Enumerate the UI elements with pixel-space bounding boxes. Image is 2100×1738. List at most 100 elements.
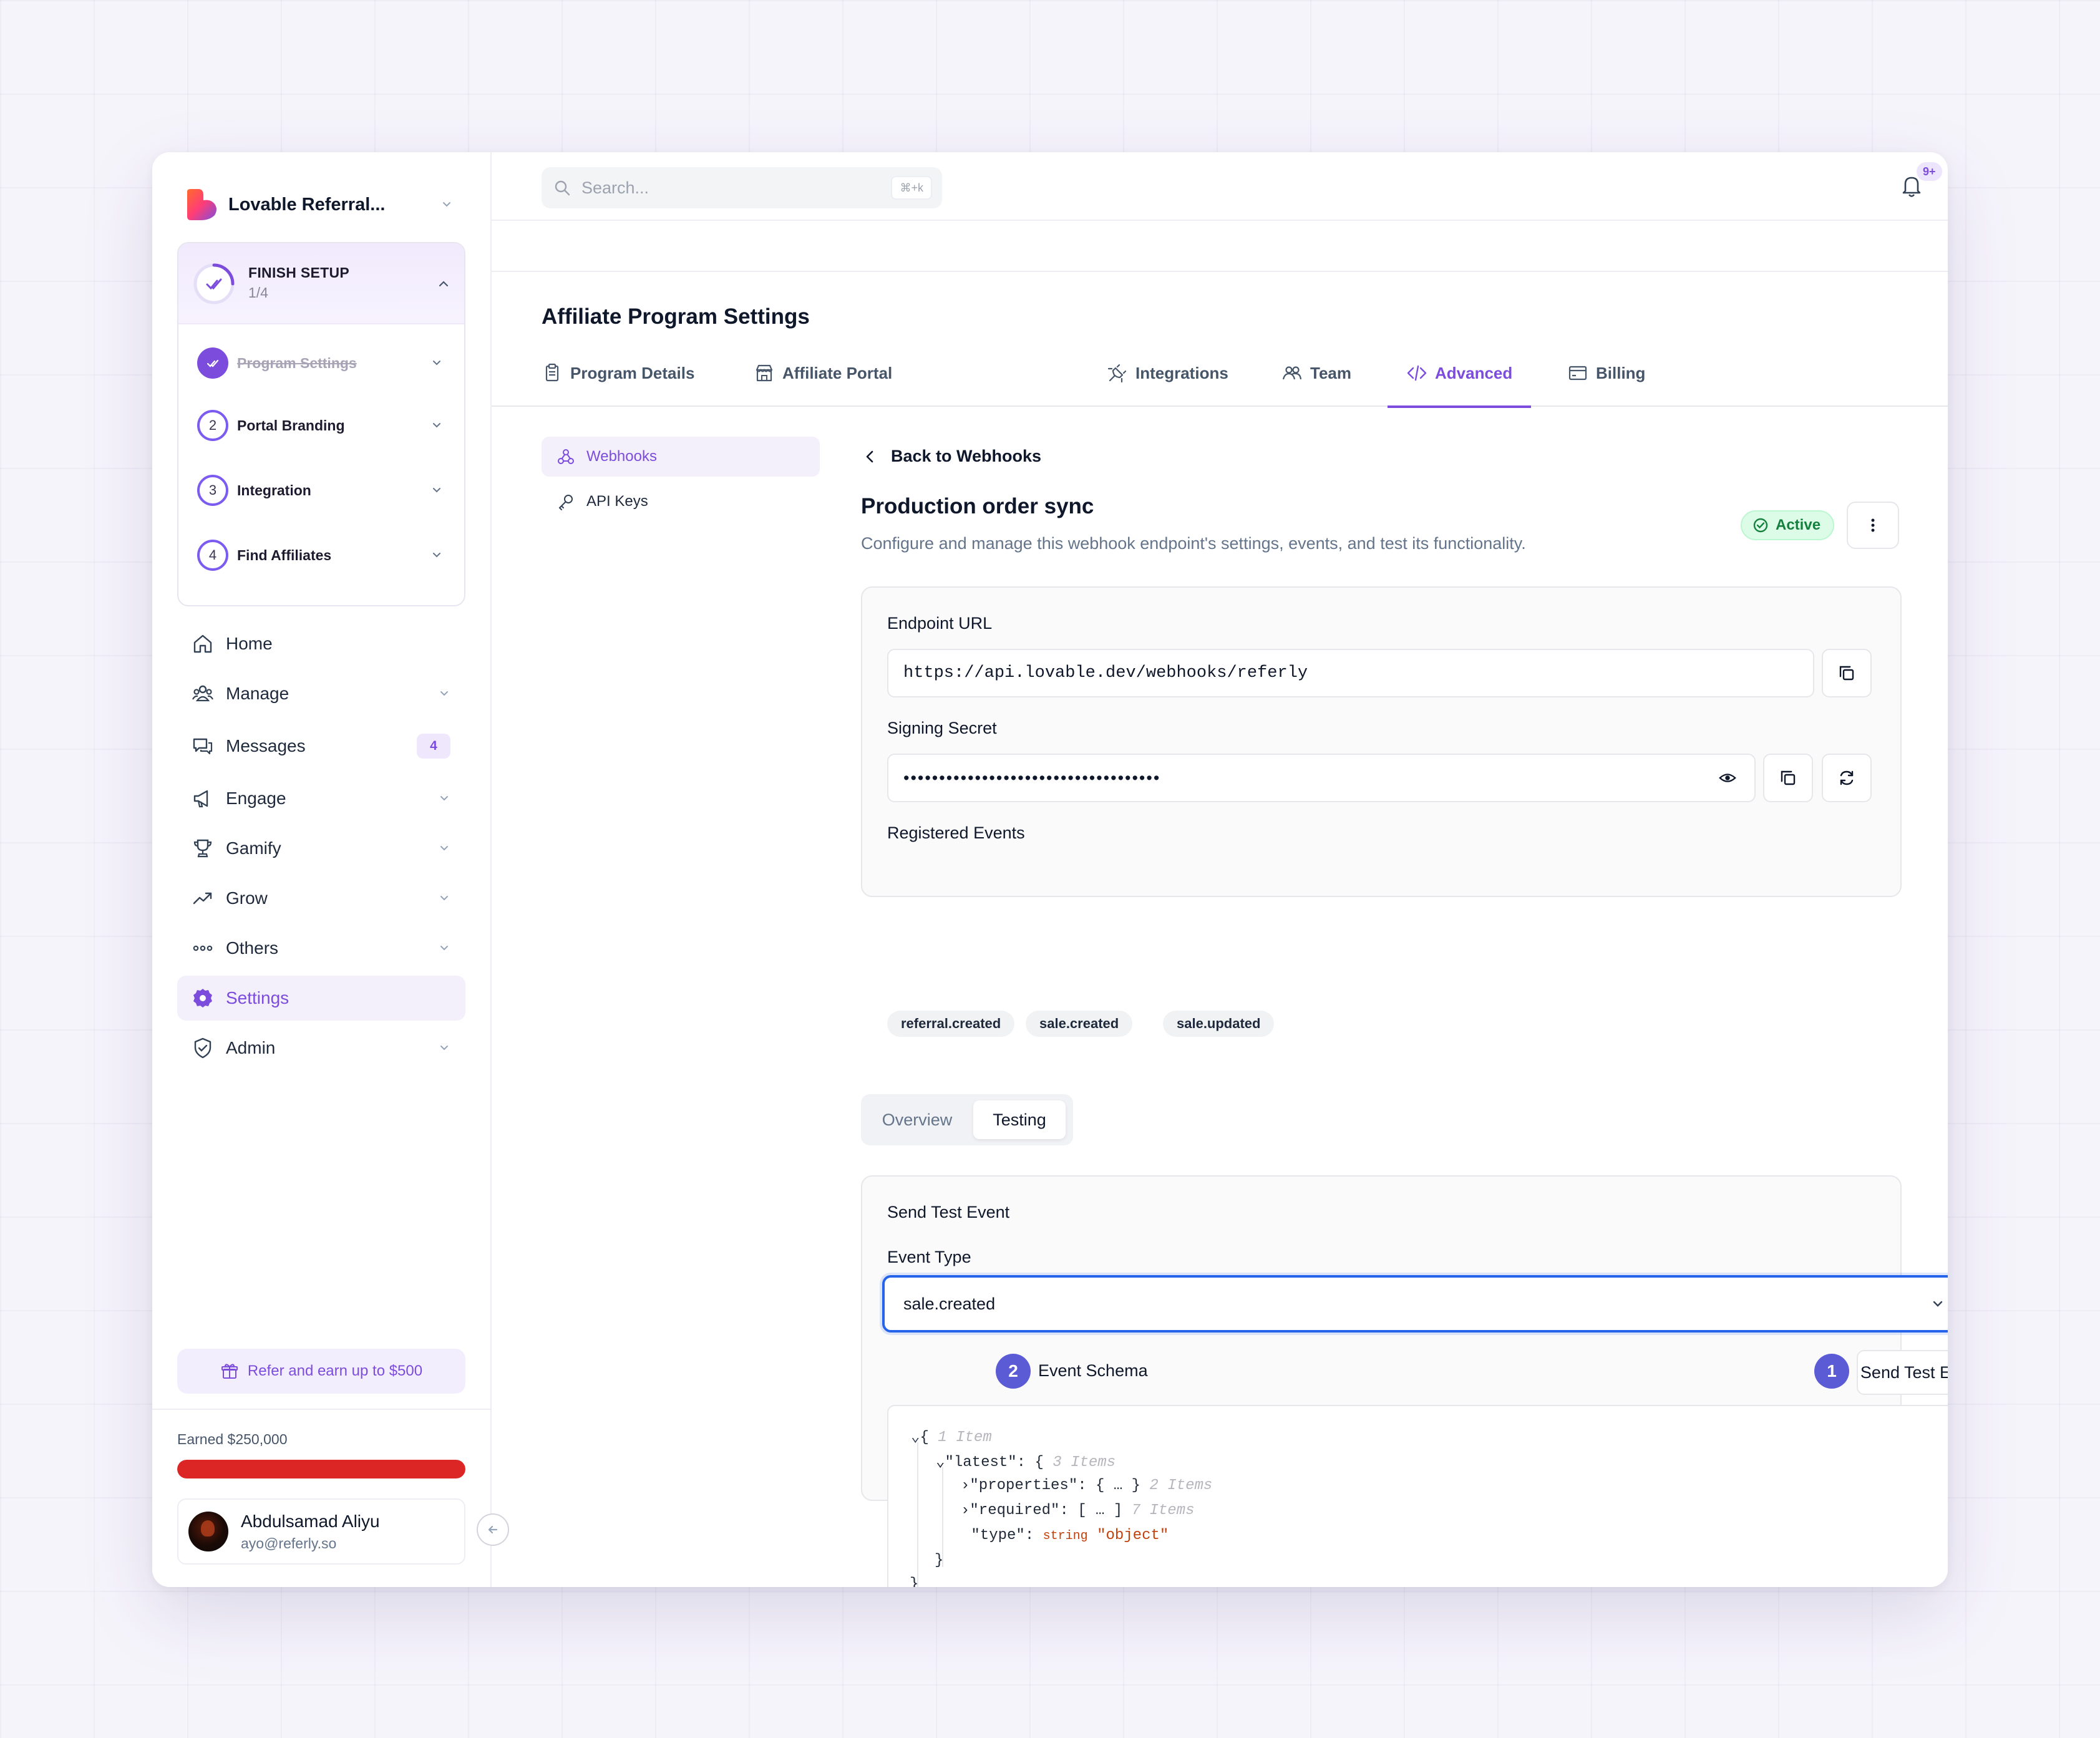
gift-icon (221, 1364, 238, 1379)
subnav-label: API Keys (586, 493, 648, 510)
json-collapsed-value: [ … ] (1077, 1502, 1123, 1519)
search-placeholder: Search... (581, 178, 649, 197)
tab-overview[interactable]: Overview (867, 1100, 967, 1139)
tab-label: Affiliate Portal (782, 363, 893, 382)
schema-line[interactable]: ⌄"latest": { 3 Items (936, 1452, 1116, 1471)
sidebar-item-gamify[interactable]: Gamify (177, 826, 465, 871)
search-icon (555, 180, 570, 196)
setup-step-label: Integration (237, 482, 311, 498)
sidebar-item-settings[interactable]: Settings (177, 976, 465, 1021)
subnav-label: Webhooks (586, 448, 657, 465)
tab-label: Integrations (1135, 363, 1228, 382)
endpoint-url-field[interactable]: https://api.lovable.dev/webhooks/referly (887, 649, 1814, 697)
messages-count-badge: 4 (417, 734, 450, 759)
copy-url-button[interactable] (1822, 649, 1872, 697)
tab-testing[interactable]: Testing (973, 1100, 1066, 1139)
send-test-event-button[interactable]: Send Test Event (1857, 1350, 1948, 1395)
more-options-button[interactable] (1847, 502, 1899, 549)
chevron-down-icon (438, 892, 450, 905)
setup-progress-ring-icon (193, 263, 235, 304)
copy-secret-button[interactable] (1763, 754, 1813, 802)
schema-line[interactable]: ⌄{ 1 Item (911, 1427, 992, 1446)
workspace-switcher[interactable]: Lovable Referral... (185, 180, 453, 230)
expand-chevron-icon: ⌄ (936, 1454, 945, 1471)
json-collapsed-value: { … } (1096, 1477, 1141, 1494)
schema-line: "type": string "object" (962, 1527, 1169, 1544)
chevron-down-icon (430, 484, 443, 497)
sidebar-item-home[interactable]: Home (177, 621, 465, 666)
sidebar-item-admin[interactable]: Admin (177, 1026, 465, 1070)
sidebar-item-label: Settings (226, 988, 289, 1007)
tab-integrations[interactable]: Integrations (1107, 339, 1228, 407)
credit-card-icon (1568, 366, 1587, 381)
workspace-name: Lovable Referral... (228, 194, 386, 215)
chevron-down-icon (430, 549, 443, 561)
chevron-down-icon (438, 942, 450, 954)
collapse-sidebar-button[interactable] (477, 1513, 509, 1546)
schema-line: } (935, 1552, 943, 1569)
collapse-chevron-icon: › (961, 1477, 970, 1494)
sidebar-item-others[interactable]: Others (177, 926, 465, 971)
tab-team[interactable]: Team (1281, 339, 1351, 407)
tab-program-details[interactable]: Program Details (542, 339, 694, 407)
setup-step-program-settings[interactable]: Program Settings (197, 346, 447, 381)
top-bar: Search... ⌘+k 9+ (492, 152, 1948, 221)
schema-line[interactable]: ›"properties": { … } 2 Items (961, 1477, 1212, 1494)
sidebar-item-grow[interactable]: Grow (177, 876, 465, 921)
copy-icon (1781, 770, 1796, 785)
user-profile-card[interactable]: Abdulsamad Aliyu ayo@referly.so (177, 1498, 465, 1565)
event-type-select[interactable]: sale.created (882, 1275, 1948, 1333)
search-input[interactable]: Search... ⌘+k (542, 167, 942, 208)
event-schema-label: Event Schema (1038, 1361, 1148, 1380)
send-test-event-title: Send Test Event (887, 1203, 1010, 1221)
subnav-webhooks[interactable]: Webhooks (542, 437, 820, 477)
earnings-progress-bar (177, 1460, 465, 1478)
registered-events-label: Registered Events (887, 823, 1025, 842)
json-type: string (1043, 1529, 1088, 1543)
json-brace: } (935, 1552, 944, 1569)
sidebar-divider (152, 1409, 492, 1410)
chevron-left-icon (866, 450, 873, 462)
finish-setup-card: FINISH SETUP 1/4 Program Settings 2 Port… (177, 242, 465, 606)
sidebar-item-messages[interactable]: Messages 4 (177, 724, 465, 769)
event-type-value: sale.created (903, 1294, 996, 1313)
setup-count: 1/4 (248, 284, 268, 301)
sidebar-item-label: Grow (226, 888, 268, 908)
setup-step-portal-branding[interactable]: 2 Portal Branding (197, 408, 447, 443)
sidebar-item-engage[interactable]: Engage (177, 776, 465, 821)
chevron-down-icon (438, 1042, 450, 1054)
endpoint-url-label: Endpoint URL (887, 614, 993, 633)
earnings-progress-fill (177, 1460, 465, 1478)
home-icon (191, 632, 215, 656)
json-colon: : (1016, 1454, 1026, 1471)
tab-advanced[interactable]: Advanced (1387, 339, 1532, 408)
back-to-webhooks-link[interactable]: Back to Webhooks (862, 447, 1041, 466)
view-switcher: Overview Testing (861, 1094, 1073, 1145)
clipboard-icon (545, 363, 559, 382)
signing-secret-field[interactable]: •••••••••••••••••••••••••••••••••••• (887, 754, 1756, 802)
signing-secret-value: •••••••••••••••••••••••••••••••••••• (903, 768, 1161, 787)
step-number: 3 (197, 475, 228, 506)
schema-line[interactable]: ›"required": [ … ] 7 Items (961, 1502, 1195, 1519)
finish-setup-header[interactable]: FINISH SETUP 1/4 (178, 243, 464, 324)
back-label: Back to Webhooks (891, 447, 1042, 465)
json-meta: 3 Items (1052, 1454, 1116, 1471)
sub-header-bar (492, 221, 1948, 272)
event-type-label: Event Type (887, 1248, 971, 1266)
refer-and-earn-button[interactable]: Refer and earn up to $500 (177, 1349, 465, 1394)
sidebar-item-manage[interactable]: Manage (177, 671, 465, 716)
setup-step-find-affiliates[interactable]: 4 Find Affiliates (197, 538, 447, 573)
tab-label: Advanced (1435, 363, 1513, 382)
setup-step-integration[interactable]: 3 Integration (197, 473, 447, 508)
tab-affiliate-portal[interactable]: Affiliate Portal (754, 339, 892, 407)
json-brace: } (910, 1576, 919, 1587)
subnav-api-keys[interactable]: API Keys (542, 482, 820, 522)
tab-billing[interactable]: Billing (1567, 339, 1645, 407)
gear-icon (191, 986, 215, 1010)
regenerate-secret-button[interactable] (1822, 754, 1872, 802)
key-icon (558, 495, 573, 510)
user-email: ayo@referly.so (241, 1535, 337, 1551)
eye-icon[interactable] (1718, 769, 1737, 787)
chevron-up-icon[interactable] (437, 277, 450, 291)
avatar (188, 1512, 228, 1551)
